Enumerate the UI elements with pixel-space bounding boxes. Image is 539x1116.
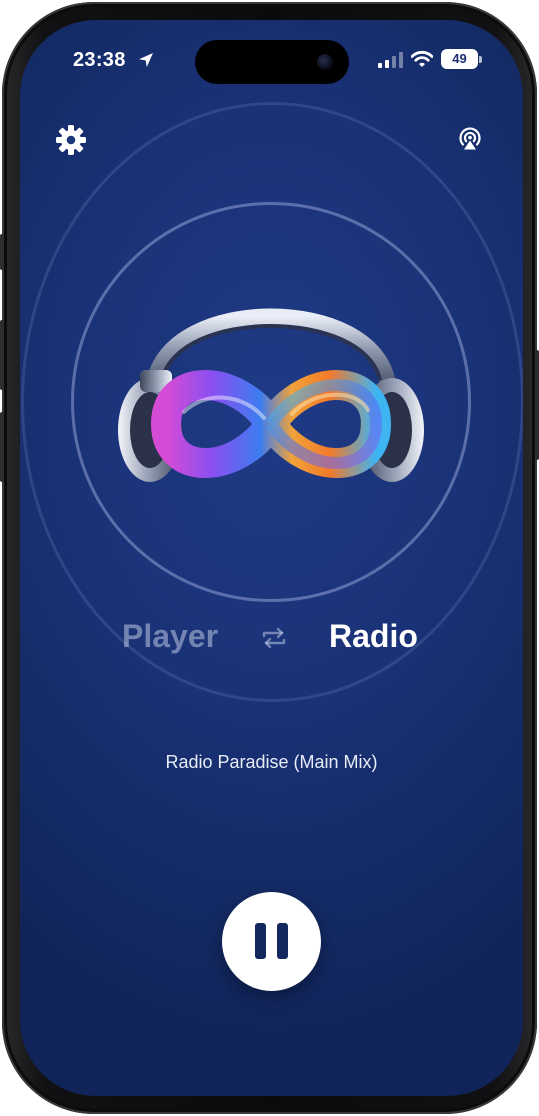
power-button	[535, 350, 539, 460]
volume-down-button	[0, 412, 4, 482]
action-button	[0, 234, 4, 270]
gear-icon[interactable]	[55, 124, 87, 156]
station-name: Radio Paradise (Main Mix)	[165, 752, 378, 772]
cellular-signal-icon	[378, 52, 403, 68]
wifi-icon	[411, 50, 433, 67]
mode-radio-label[interactable]: Radio	[329, 618, 418, 655]
battery-indicator: 49	[441, 49, 482, 69]
pause-button[interactable]	[222, 892, 321, 991]
phone-frame: 23:38 49 Player Radio Radio Paradise (Ma…	[0, 2, 539, 1114]
dynamic-island	[195, 40, 349, 84]
location-arrow-icon	[139, 53, 153, 67]
status-time: 23:38	[73, 49, 126, 71]
pause-icon	[255, 923, 266, 959]
airplay-icon[interactable]	[457, 126, 483, 152]
app-screen: 23:38 49 Player Radio Radio Paradise (Ma…	[20, 20, 523, 1096]
front-camera	[317, 54, 333, 70]
pause-icon-bar	[277, 923, 288, 959]
mode-switch[interactable]: Player Radio	[20, 618, 523, 666]
swap-arrows-icon[interactable]	[260, 626, 288, 650]
mode-player-label[interactable]: Player	[122, 618, 218, 655]
app-logo-infinity-headphones	[118, 308, 424, 482]
volume-up-button	[0, 320, 4, 390]
